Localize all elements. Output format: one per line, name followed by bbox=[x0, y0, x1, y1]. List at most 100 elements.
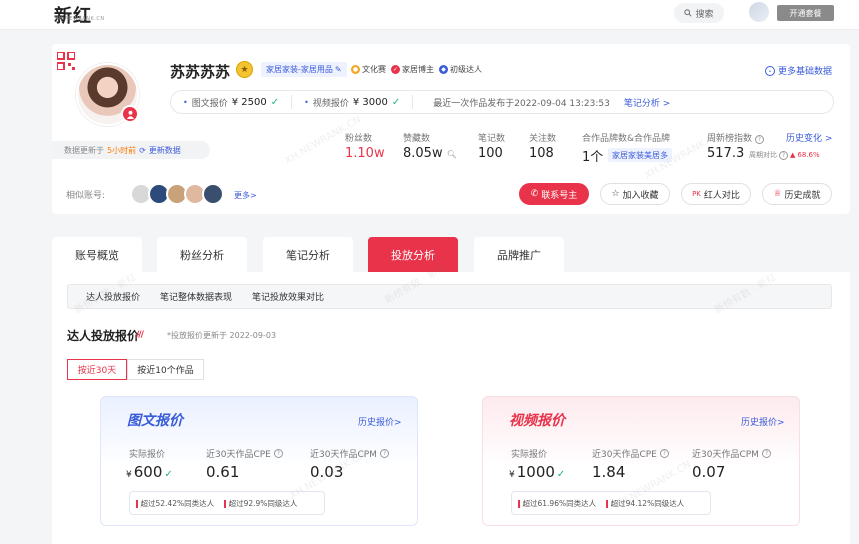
badge-label: 文化赛 bbox=[362, 65, 386, 74]
text-price-value: ¥ 2500 bbox=[231, 96, 267, 108]
category-tag[interactable]: 家居家装-家居用品 ✎ bbox=[261, 62, 347, 77]
tab-placement[interactable]: 投放分析 bbox=[368, 237, 458, 273]
search-button[interactable]: 搜索 bbox=[674, 3, 724, 23]
more-similar-link[interactable]: 更多> bbox=[234, 190, 257, 201]
add-favorite-button[interactable]: ☆ 加入收藏 bbox=[600, 183, 670, 205]
check-icon: ✓ bbox=[164, 469, 173, 480]
collect-value: 8.05w 🔍︎ bbox=[403, 146, 457, 161]
text-cpm-label: 近30天作品CPM ? bbox=[310, 447, 389, 460]
magnifier-icon[interactable]: 🔍︎ bbox=[447, 150, 457, 159]
text-pct-category: 超过52.42%同类达人 bbox=[136, 498, 215, 509]
check-icon: ✓ bbox=[270, 96, 280, 108]
tab-notes[interactable]: 笔记分析 bbox=[263, 237, 353, 273]
contact-owner-button[interactable]: ✆ 联系号主 bbox=[519, 183, 589, 205]
tab-overview[interactable]: 账号概览 bbox=[52, 237, 142, 273]
video-actual-value: ¥ 1000 ✓ bbox=[509, 463, 565, 481]
weekly-label-text: 周新榜指数 bbox=[707, 134, 753, 144]
tab-brand[interactable]: 品牌推广 bbox=[474, 237, 564, 273]
badge-culture: ● 文化赛 bbox=[351, 64, 386, 75]
section-title: 达人投放报价 bbox=[67, 329, 140, 343]
medal-icon: ● bbox=[351, 65, 360, 74]
text-history-link[interactable]: 历史报价> bbox=[358, 415, 402, 428]
search-icon bbox=[684, 9, 693, 17]
help-icon[interactable]: ? bbox=[761, 449, 771, 458]
more-basic-label: 更多基础数据 bbox=[778, 67, 833, 77]
help-icon[interactable]: ? bbox=[779, 150, 788, 160]
crown-icon: ★ bbox=[236, 61, 253, 78]
logo-subtitle: XH.NEWRANK.CN bbox=[55, 16, 105, 22]
title-decoration: /// bbox=[136, 330, 144, 340]
video-history-link[interactable]: 历史报价> bbox=[741, 415, 785, 428]
week-compare-value: 68.6% bbox=[797, 151, 820, 159]
text-actual-value: ¥ 600 ✓ bbox=[126, 463, 173, 481]
video-percentile-pill: 超过61.96%同类达人 超过94.12%同级达人 bbox=[511, 491, 711, 515]
refresh-icon[interactable]: ⟳ bbox=[139, 146, 146, 155]
update-data-button[interactable]: 更新数据 bbox=[149, 145, 181, 156]
help-icon[interactable]: ? bbox=[754, 135, 764, 144]
section-note: *投放报价更新于 2022-09-03 bbox=[167, 331, 277, 340]
text-price-item: • 图文报价 ¥ 2500 ✓ bbox=[171, 95, 293, 109]
update-time: 5小时前 bbox=[107, 145, 137, 155]
history-achievement-button[interactable]: ♕ 历史成就 bbox=[762, 183, 832, 205]
phone-icon: ✆ bbox=[530, 189, 539, 199]
similar-avatar[interactable] bbox=[202, 183, 224, 205]
person-icon bbox=[121, 105, 139, 123]
help-icon[interactable]: ? bbox=[659, 449, 669, 458]
subtab-note-data[interactable]: 笔记整体数据表现 bbox=[160, 290, 232, 303]
cpe-label-text: 近30天作品CPE bbox=[206, 450, 271, 460]
logo[interactable]: 新红 bbox=[54, 2, 92, 28]
level-icon: ◆ bbox=[439, 65, 448, 74]
check-icon: ✓ bbox=[391, 96, 401, 108]
brands-label: 合作品牌数&合作品牌 bbox=[582, 134, 671, 144]
user-avatar[interactable] bbox=[749, 2, 769, 22]
badge-home: ✓ 家居博主 bbox=[391, 64, 434, 75]
badge-label: 家居博主 bbox=[402, 65, 434, 74]
price-summary-bar: • 图文报价 ¥ 2500 ✓ • 视频报价 ¥ 3000 ✓ 最近一次作品发布… bbox=[170, 90, 834, 114]
video-cpe-value: 1.84 bbox=[592, 463, 626, 481]
text-actual-number: 600 bbox=[133, 463, 163, 481]
help-icon[interactable]: ? bbox=[379, 449, 389, 458]
video-cpe-label: 近30天作品CPE ? bbox=[592, 447, 669, 460]
tab-fans[interactable]: 粉丝分析 bbox=[157, 237, 247, 273]
category-label: 家居家装-家居用品 bbox=[266, 65, 333, 74]
video-actual-label: 实际报价 bbox=[511, 450, 548, 460]
kol-name: 苏苏苏苏 bbox=[170, 63, 231, 81]
check-icon: ✓ bbox=[556, 469, 566, 480]
history-change-link[interactable]: 历史变化 > bbox=[786, 131, 832, 144]
contact-label: 联系号主 bbox=[541, 190, 578, 201]
brand-tag[interactable]: 家居家装美居多 bbox=[608, 148, 672, 162]
update-prefix: 数据更新于 bbox=[64, 145, 104, 155]
compare-kol-button[interactable]: PK 红人对比 bbox=[681, 183, 751, 205]
similar-accounts-label: 相似账号: bbox=[66, 191, 106, 201]
dot-icon: • bbox=[183, 97, 188, 107]
open-package-button[interactable]: 开通套餐 bbox=[777, 5, 834, 21]
subtab-quote[interactable]: 达人投放报价 bbox=[86, 290, 140, 303]
badge-label: 初级达人 bbox=[450, 65, 482, 74]
video-card-title: 视频报价 bbox=[509, 413, 565, 429]
edit-icon: ✎ bbox=[334, 65, 342, 74]
fans-label: 粉丝数 bbox=[345, 134, 373, 144]
video-price-item: • 视频报价 ¥ 3000 ✓ bbox=[292, 95, 414, 109]
currency-symbol: ¥ bbox=[126, 470, 132, 480]
subtab-effect-compare[interactable]: 笔记投放效果对比 bbox=[252, 290, 324, 303]
top-bar bbox=[0, 0, 859, 30]
favorite-label: 加入收藏 bbox=[622, 190, 659, 201]
currency-symbol: ¥ bbox=[509, 470, 515, 480]
text-price-label: 图文报价 bbox=[191, 98, 228, 109]
data-update-pill: 数据更新于 5小时前 ⟳ 更新数据 bbox=[52, 141, 210, 159]
filter-30-days[interactable]: 按近30天 bbox=[67, 359, 127, 380]
text-card-title: 图文报价 bbox=[127, 413, 183, 429]
brands-value: 1个 bbox=[582, 150, 604, 165]
more-basic-data-link[interactable]: ⌄ 更多基础数据 bbox=[765, 64, 832, 77]
weekly-index-value: 517.3 bbox=[707, 146, 745, 161]
filter-10-works[interactable]: 按近10个作品 bbox=[127, 359, 204, 380]
cpm-label-text: 近30天作品CPM bbox=[692, 450, 759, 460]
history-label: 历史成就 bbox=[784, 190, 821, 201]
note-analysis-link[interactable]: 笔记分析 > bbox=[624, 96, 670, 109]
text-cpe-value: 0.61 bbox=[206, 463, 240, 481]
trophy-icon: ♕ bbox=[773, 189, 782, 199]
last-post-text: 最近一次作品发布于2022-09-04 13:23:53 bbox=[433, 98, 610, 109]
qr-code-icon[interactable] bbox=[57, 52, 75, 70]
help-icon[interactable]: ? bbox=[273, 449, 283, 458]
notes-label: 笔记数 bbox=[478, 134, 506, 144]
